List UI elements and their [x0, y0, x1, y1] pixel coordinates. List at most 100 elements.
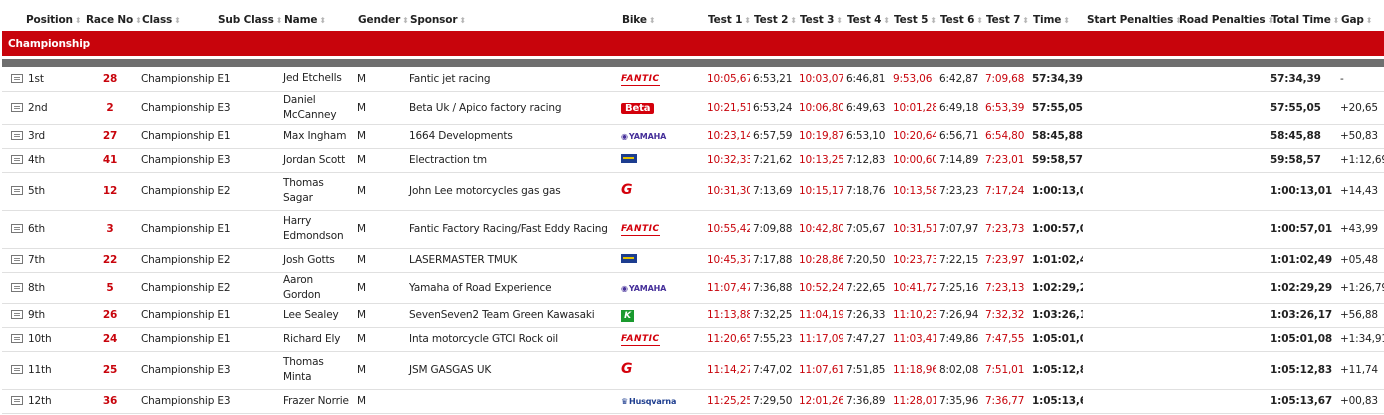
sort-arrows-icon[interactable]: ⬍ [883, 16, 890, 25]
sort-arrows-icon[interactable]: ⬍ [402, 16, 409, 25]
comment-icon[interactable] [11, 224, 23, 233]
test-2-time: 7:32,25 [750, 303, 796, 328]
column-header-test-5[interactable]: Test 5 ⬍ [890, 9, 937, 31]
race-number: 28 [82, 67, 138, 92]
sort-arrows-icon[interactable]: ⬍ [744, 16, 751, 25]
column-header-total-time[interactable]: Total Time ⬍ [1267, 9, 1340, 31]
sort-arrows-icon[interactable]: ⬍ [75, 16, 82, 25]
sort-arrows-icon[interactable]: ⬍ [1366, 16, 1373, 25]
column-header-sponsor[interactable]: Sponsor ⬍ [406, 9, 618, 31]
position-value: 9th [28, 309, 46, 321]
column-header-start-penalties[interactable]: Start Penalties⬍ [1083, 9, 1182, 31]
comment-icon[interactable] [11, 73, 23, 83]
column-header-label: Position [26, 14, 73, 26]
sort-arrows-icon[interactable]: ⬍ [319, 16, 326, 25]
rider-name[interactable]: Thomas Sagar [280, 172, 354, 211]
rider-name[interactable]: Max Ingham [280, 124, 354, 149]
sponsor-cell: John Lee motorcycles gas gas [406, 172, 618, 211]
table-row[interactable]: 12th 36Championship E3Frazer NorrieM Husqv… [2, 389, 1384, 414]
road-penalties-cell [1175, 248, 1267, 273]
gap-cell: +00,83 [1337, 389, 1384, 414]
table-row[interactable]: 4th 41 Championship E3 Jordan Scott M Electra… [2, 148, 1384, 173]
column-header-time[interactable]: Time ⬍ [1029, 9, 1083, 31]
comment-icon[interactable] [11, 155, 23, 164]
table-row[interactable]: 1st 28 Championship E1 Jed Etchells M Fantic … [2, 67, 1384, 92]
table-row[interactable]: 6th 3 Championship E1 Harry Edmondson M Fanti… [2, 210, 1384, 249]
sort-arrows-icon[interactable]: ⬍ [1333, 16, 1340, 25]
sort-arrows-icon[interactable]: ⬍ [276, 16, 283, 25]
comment-icon[interactable] [11, 131, 23, 140]
sort-arrows-icon[interactable]: ⬍ [976, 16, 983, 25]
column-header-gender[interactable]: Gender ⬍ [354, 9, 409, 31]
table-row[interactable]: 5th 12 Championship E2 Thomas Sagar M John Le… [2, 172, 1384, 211]
rider-name[interactable]: Richard Ely [280, 327, 354, 352]
sort-arrows-icon[interactable]: ⬍ [836, 16, 843, 25]
comment-icon[interactable] [11, 282, 23, 292]
sort-arrows-icon[interactable]: ⬍ [1022, 16, 1029, 25]
table-row[interactable]: 9th 26 Championship E1 Lee Sealey M SevenSeve… [2, 303, 1384, 328]
table-row[interactable]: 2nd 2 Championship E3 Daniel McCanney M Beta … [2, 91, 1384, 125]
sort-arrows-icon[interactable]: ⬍ [790, 16, 797, 25]
test-3-time: 10:28,86 [796, 248, 843, 273]
test-6-time: 6:56,71 [936, 124, 982, 149]
comment-icon[interactable] [11, 310, 23, 319]
position-cell: 10th [2, 327, 82, 352]
column-header-test-1[interactable]: Test 1 ⬍ [704, 9, 751, 31]
test-2-time: 7:17,88 [750, 248, 796, 273]
sort-arrows-icon[interactable]: ⬍ [1063, 16, 1070, 25]
test-4-time: 7:51,85 [843, 351, 890, 390]
column-header-road-penalties[interactable]: Road Penalties⬍ [1175, 9, 1274, 31]
table-row[interactable]: 11th 25 Championship E3 Thomas Minta M JSM GA… [2, 351, 1384, 390]
rider-name[interactable]: Harry Edmondson [280, 210, 354, 249]
test-5-time: 9:53,06 [890, 67, 936, 92]
column-header-class[interactable]: Class ⬍ [138, 9, 214, 31]
sort-arrows-icon[interactable]: ⬍ [459, 16, 466, 25]
position-value: 1st [28, 72, 44, 85]
sort-arrows-icon[interactable]: ⬍ [649, 16, 656, 25]
column-header-test-6[interactable]: Test 6 ⬍ [936, 9, 983, 31]
rider-name[interactable]: Lee Sealey [280, 303, 354, 328]
rider-name[interactable]: Aaron Gordon [280, 272, 354, 304]
test-7-time: 7:36,77 [982, 389, 1029, 414]
sort-arrows-icon[interactable]: ⬍ [135, 16, 142, 25]
column-header-name[interactable]: Name ⬍ [280, 9, 354, 31]
position-value: 12th [28, 395, 52, 407]
sort-arrows-icon[interactable]: ⬍ [930, 16, 937, 25]
column-header-test-4[interactable]: Test 4 ⬍ [843, 9, 890, 31]
table-row[interactable]: 10th 24 Championship E1 Richard Ely M Inta mo… [2, 327, 1384, 352]
table-row[interactable]: 8th 5 Championship E2 Aaron Gordon M Yamaha o… [2, 272, 1384, 304]
test-5-time: 10:31,51 [890, 210, 936, 249]
column-header-test-7[interactable]: Test 7 ⬍ [982, 9, 1029, 31]
race-number: 27 [82, 124, 138, 149]
comment-icon[interactable] [11, 255, 23, 264]
table-row[interactable]: 3rd 27 Championship E1 Max Ingham M 1664 Deve… [2, 124, 1384, 149]
sort-arrows-icon[interactable]: ⬍ [174, 16, 181, 25]
rider-name[interactable]: Frazer Norrie [280, 389, 354, 414]
comment-icon[interactable] [11, 396, 23, 405]
column-header-bike[interactable]: Bike ⬍ [618, 9, 704, 31]
column-header-race-no[interactable]: Race No ⬍ [82, 9, 142, 31]
table-row[interactable]: 7th 22 Championship E2 Josh Gotts M LASERMAST… [2, 248, 1384, 273]
rider-name[interactable]: Daniel McCanney [280, 91, 354, 125]
rider-name[interactable]: Jed Etchells [280, 67, 354, 92]
position-value: 7th [28, 254, 46, 266]
comment-icon[interactable] [11, 186, 23, 195]
rider-name[interactable]: Jordan Scott [280, 148, 354, 173]
test-3-time: 10:52,24 [796, 272, 843, 304]
comment-icon[interactable] [11, 102, 23, 112]
rider-name[interactable]: Thomas Minta [280, 351, 354, 390]
comment-icon[interactable] [11, 365, 23, 374]
comment-icon[interactable] [11, 334, 23, 343]
column-header-test-3[interactable]: Test 3 ⬍ [796, 9, 843, 31]
bike-cell: Husqvarna [618, 389, 704, 414]
column-header-gap[interactable]: Gap ⬍ [1337, 9, 1384, 31]
column-header-test-2[interactable]: Test 2 ⬍ [750, 9, 797, 31]
sponsor-cell: JSM GASGAS UK [406, 351, 618, 390]
test-7-time: 6:53,39 [982, 91, 1029, 125]
column-header-sub-class[interactable]: Sub Class ⬍ [214, 9, 283, 31]
rider-name[interactable]: Josh Gotts [280, 248, 354, 273]
total-time-cell: 59:58,57 [1267, 148, 1337, 173]
gap-cell: +50,83 [1337, 124, 1384, 149]
column-header-position[interactable]: Position ⬍ [2, 9, 82, 31]
test-1-time: 11:14,27 [704, 351, 750, 390]
